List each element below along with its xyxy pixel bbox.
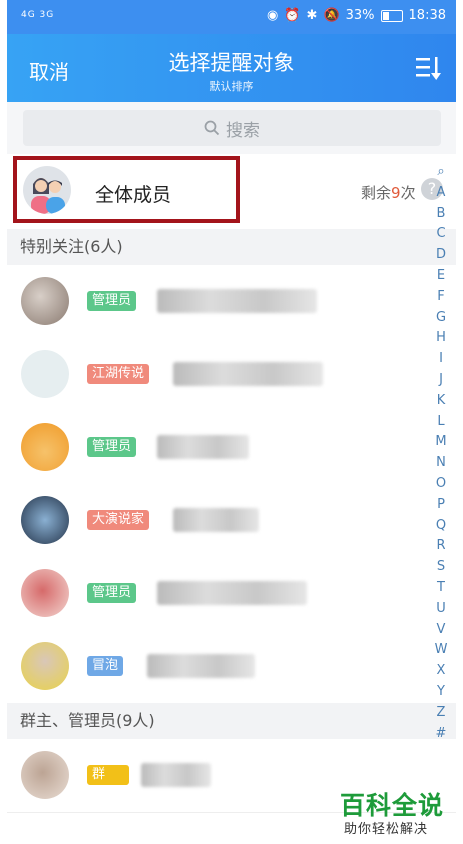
- role-badge: 管理员: [87, 583, 137, 603]
- avatar: [21, 350, 69, 398]
- index-letter[interactable]: A: [428, 183, 454, 204]
- signal-indicator: 4G 3G: [21, 10, 55, 20]
- list-item[interactable]: 冒泡: [7, 630, 456, 704]
- index-letter[interactable]: L: [428, 412, 454, 433]
- list-item[interactable]: 江湖传说: [7, 338, 456, 412]
- mute-icon: 🔕: [323, 8, 340, 23]
- index-letter[interactable]: J: [428, 370, 454, 391]
- index-letter[interactable]: R: [428, 536, 454, 557]
- avatar: [21, 277, 69, 325]
- index-letter[interactable]: G: [428, 308, 454, 329]
- list-item[interactable]: 管理员: [7, 411, 456, 485]
- battery-icon: [380, 9, 403, 22]
- role-badge: 管理员: [87, 291, 137, 311]
- watermark-subtitle: 助你轻松解决: [344, 822, 429, 837]
- alarm-icon: ⏰: [284, 8, 301, 23]
- index-letter[interactable]: Y: [428, 682, 454, 703]
- redacted-name: [147, 654, 255, 678]
- bluetooth-icon: ✱: [306, 8, 318, 23]
- index-letter[interactable]: Z: [428, 703, 454, 724]
- index-letter[interactable]: V: [428, 620, 454, 641]
- redacted-name: [157, 581, 307, 605]
- index-letter[interactable]: B: [428, 204, 454, 225]
- redacted-name: [173, 362, 323, 386]
- role-badge: 管理员: [87, 437, 137, 457]
- list-item[interactable]: 大演说家: [7, 484, 456, 558]
- status-bar: 4G 3G ◉ ⏰ ✱ 🔕 33% 18:38: [7, 0, 456, 34]
- eye-icon: ◉: [267, 8, 279, 23]
- role-badge: 群: [87, 765, 129, 785]
- index-letter[interactable]: #: [428, 724, 454, 745]
- index-letter[interactable]: E: [428, 266, 454, 287]
- search-icon: [204, 120, 220, 136]
- battery-percent: 33%: [345, 8, 375, 23]
- index-letter[interactable]: H: [428, 328, 454, 349]
- index-letter[interactable]: T: [428, 578, 454, 599]
- section-header-admins: 群主、管理员(9人): [7, 703, 456, 739]
- role-badge: 冒泡: [87, 656, 124, 676]
- page-title: 选择提醒对象: [168, 51, 295, 75]
- alphabet-index[interactable]: ⌕ A B C D E F G H I J K L M N O P Q R S …: [428, 162, 454, 744]
- index-letter[interactable]: W: [428, 640, 454, 661]
- search-area: 搜索: [7, 102, 456, 154]
- section-header-special: 特别关注(6人): [7, 229, 456, 265]
- avatar: [21, 423, 69, 471]
- avatar: [21, 496, 69, 544]
- index-letter[interactable]: U: [428, 599, 454, 620]
- left-margin: [0, 0, 7, 844]
- avatar: [21, 751, 69, 799]
- sort-icon[interactable]: [414, 54, 444, 82]
- avatar: [21, 569, 69, 617]
- avatar: [21, 642, 69, 690]
- watermark-title: 百科全说: [340, 791, 445, 820]
- index-letter[interactable]: Q: [428, 516, 454, 537]
- role-badge: 大演说家: [87, 510, 150, 530]
- redacted-name: [157, 435, 249, 459]
- index-letter[interactable]: N: [428, 453, 454, 474]
- redacted-name: [141, 763, 211, 787]
- right-margin: [456, 0, 463, 844]
- index-letter[interactable]: I: [428, 349, 454, 370]
- clock: 18:38: [408, 8, 446, 23]
- index-letter[interactable]: F: [428, 287, 454, 308]
- index-letter[interactable]: S: [428, 557, 454, 578]
- redacted-name: [157, 289, 317, 313]
- watermark: 百科全说 助你轻松解决: [330, 786, 460, 842]
- sort-mode-label: 默认排序: [209, 80, 254, 93]
- role-badge: 江湖传说: [87, 364, 150, 384]
- list-item[interactable]: 管理员: [7, 557, 456, 631]
- index-letter[interactable]: K: [428, 391, 454, 412]
- index-letter[interactable]: O: [428, 474, 454, 495]
- index-letter[interactable]: M: [428, 432, 454, 453]
- index-letter[interactable]: X: [428, 661, 454, 682]
- search-input[interactable]: 搜索: [23, 110, 441, 146]
- search-index-icon[interactable]: ⌕: [428, 162, 454, 183]
- remaining-count: 剩余9次: [361, 184, 416, 202]
- all-members-row[interactable]: 全体成员 剩余9次 ?: [7, 154, 456, 229]
- title-bar: 取消 选择提醒对象 默认排序: [7, 34, 456, 102]
- search-placeholder: 搜索: [226, 120, 260, 141]
- index-letter[interactable]: P: [428, 495, 454, 516]
- index-letter[interactable]: C: [428, 224, 454, 245]
- highlight-box: [13, 156, 240, 223]
- list-item[interactable]: 管理员: [7, 265, 456, 339]
- index-letter[interactable]: D: [428, 245, 454, 266]
- redacted-name: [173, 508, 259, 532]
